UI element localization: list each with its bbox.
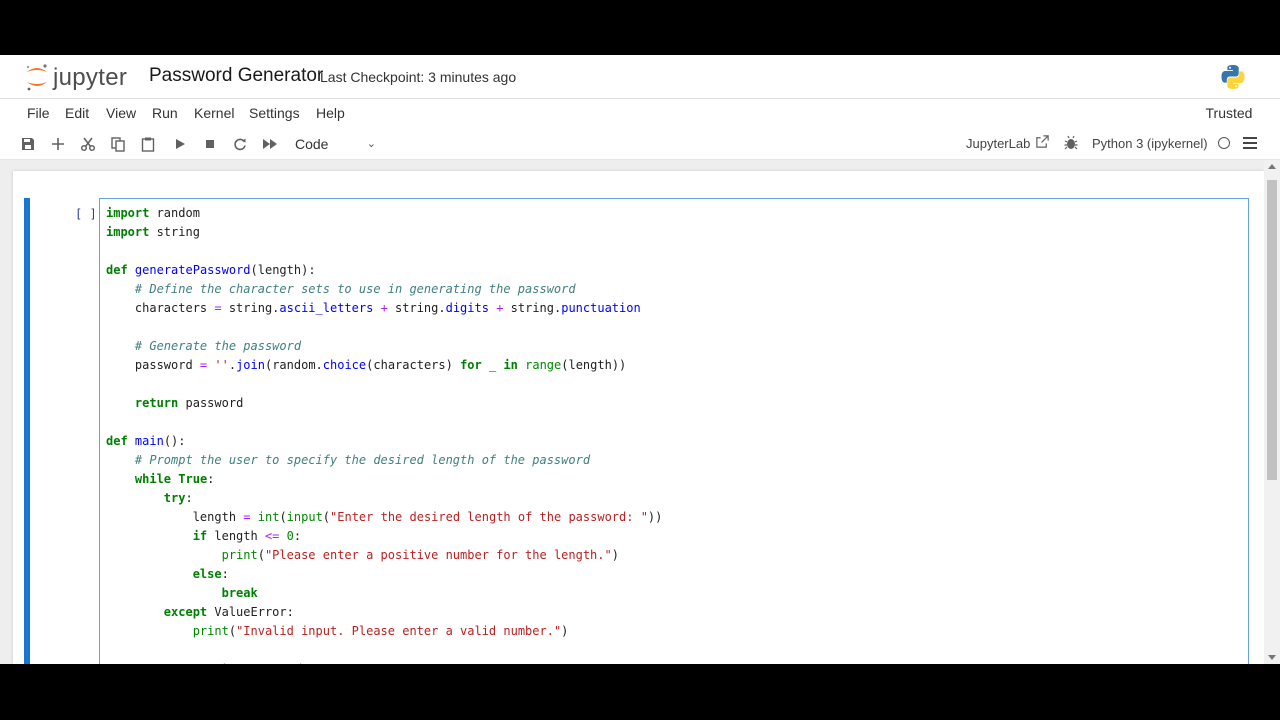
code-line: # Prompt the user to specify the desired… [134, 453, 591, 467]
jupyter-logo[interactable]: jupyter [24, 61, 136, 93]
notebook-toolbar: Code ⌄ JupyterLab Python 3 (ipykernel) [0, 129, 1280, 160]
code-line: print("Invalid input. Please enter a val… [192, 624, 569, 638]
code-line: if length <= 0: [192, 529, 302, 543]
paste-icon [141, 137, 155, 152]
code-line: # Define the character sets to use in ge… [134, 282, 576, 296]
kernel-name[interactable]: Python 3 (ipykernel) [1092, 136, 1208, 151]
code-line: print("Please enter a positive number fo… [221, 548, 619, 562]
kernel-idle-icon [1218, 137, 1230, 149]
header: jupyter Password Generator Last Checkpoi… [0, 55, 1280, 99]
code-line: length = int(input("Enter the desired le… [106, 510, 663, 524]
python-logo-icon [1221, 65, 1245, 89]
active-cell-indicator [24, 198, 30, 664]
jupyter-logo-text: jupyter [53, 64, 128, 91]
menu-view[interactable]: View [106, 105, 136, 121]
vertical-scrollbar[interactable] [1264, 160, 1280, 664]
menu-hamburger-icon[interactable] [1243, 137, 1257, 149]
menu-settings[interactable]: Settings [249, 105, 300, 121]
code-line: break [221, 586, 258, 600]
cell-type-value: Code [295, 136, 329, 152]
trusted-indicator[interactable]: Trusted [1198, 102, 1260, 124]
run-all-button[interactable] [261, 135, 279, 153]
external-link-icon [1036, 135, 1049, 148]
code-line: def main(): [106, 434, 186, 448]
code-line: # Generate the password [134, 339, 302, 353]
code-line: return password [134, 396, 244, 410]
code-line: import string [106, 225, 200, 239]
notebook-title[interactable]: Password Generator [149, 65, 323, 87]
restart-button[interactable] [231, 135, 249, 153]
chevron-down-icon: ⌄ [366, 138, 376, 150]
code-line: characters = string.ascii_letters + stri… [106, 301, 641, 315]
menu-edit[interactable]: Edit [65, 105, 89, 121]
menu-file[interactable]: File [27, 105, 50, 121]
code-editor[interactable]: import random import string def generate… [99, 198, 1249, 664]
interrupt-button[interactable] [201, 135, 219, 153]
code-content: import random import string def generate… [106, 204, 662, 664]
code-line: # Generate the password [106, 662, 301, 664]
notebook-panel: [ ]: import random import string def gen… [0, 160, 1264, 664]
menu-run[interactable]: Run [152, 105, 178, 121]
cell-type-select[interactable]: Code ⌄ [288, 132, 380, 156]
code-line: try: [163, 491, 193, 505]
jupyter-logo-icon [26, 64, 47, 91]
cut-icon [80, 137, 96, 152]
cut-button[interactable] [79, 135, 97, 153]
jupyter-window: jupyter Password Generator Last Checkpoi… [0, 55, 1280, 664]
save-button[interactable] [19, 135, 37, 153]
menu-kernel[interactable]: Kernel [194, 105, 234, 121]
code-line: def generatePassword(length): [106, 263, 316, 277]
code-line: password = ''.join(random.choice(charact… [106, 358, 627, 372]
save-icon [22, 138, 34, 150]
notebook-sheet: [ ]: import random import string def gen… [13, 171, 1264, 664]
menu-bar: File Edit View Run Kernel Settings Help … [0, 99, 1280, 129]
stop-icon [206, 140, 214, 148]
scroll-down-icon[interactable] [1268, 655, 1276, 660]
jupyterlab-link[interactable]: JupyterLab [966, 136, 1030, 151]
menu-help[interactable]: Help [316, 105, 345, 121]
code-line: except ValueError: [163, 605, 294, 619]
add-cell-icon [52, 138, 64, 150]
code-line: while True: [134, 472, 215, 486]
code-line: import random [106, 206, 200, 220]
run-icon [176, 139, 185, 149]
debugger-bug-icon[interactable] [1064, 135, 1078, 151]
run-cell-button[interactable] [171, 135, 189, 153]
scroll-up-icon[interactable] [1268, 164, 1276, 169]
add-cell-button[interactable] [49, 135, 67, 153]
checkpoint-status: Last Checkpoint: 3 minutes ago [320, 69, 517, 85]
code-line: else: [192, 567, 229, 581]
scrollbar-thumb[interactable] [1267, 180, 1277, 480]
copy-button[interactable] [109, 135, 127, 153]
copy-icon [111, 137, 125, 152]
paste-button[interactable] [139, 135, 157, 153]
restart-icon [234, 138, 246, 151]
run-all-icon [263, 139, 277, 149]
